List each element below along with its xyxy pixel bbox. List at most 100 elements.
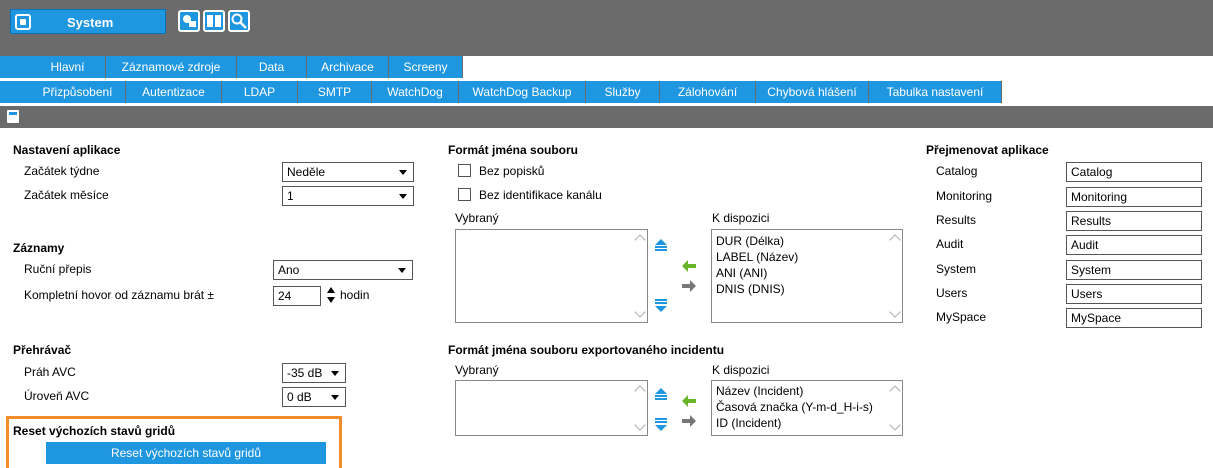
add-field-arrow-icon[interactable]	[681, 258, 697, 274]
rename-input-monitoring[interactable]: Monitoring	[1066, 187, 1202, 207]
app-title: System	[67, 15, 114, 30]
tab-zalohovani[interactable]: Zálohování	[660, 81, 756, 103]
month-start-select[interactable]: 1	[282, 186, 414, 206]
avc-threshold-label: Práh AVC	[24, 365, 76, 379]
tab-smtp[interactable]: SMTP	[298, 81, 372, 103]
incident-format-heading: Formát jména souboru exportovaného incid…	[448, 343, 725, 357]
rename-input-catalog[interactable]: Catalog	[1066, 162, 1202, 182]
secondary-tab-row: Přizpůsobení Autentizace LDAP SMTP Watch…	[0, 78, 1213, 106]
move-bottom-icon[interactable]	[653, 297, 669, 313]
scroll-up-icon[interactable]	[889, 385, 901, 397]
tab-tabulka-nastaveni[interactable]: Tabulka nastavení	[869, 81, 1002, 103]
avc-level-label: Úroveň AVC	[24, 389, 90, 403]
rename-label-audit: Audit	[936, 237, 964, 251]
chevron-down-icon	[331, 371, 339, 376]
no-channel-checkbox[interactable]	[458, 188, 471, 201]
tab-screeny[interactable]: Screeny	[389, 56, 463, 78]
rename-label-monitoring: Monitoring	[936, 189, 993, 203]
remove-field-arrow-icon[interactable]	[681, 278, 697, 294]
move-bottom-icon[interactable]	[653, 416, 669, 432]
manual-transcript-value: Ano	[278, 263, 300, 277]
list-item[interactable]: DNIS (DNIS)	[716, 282, 785, 296]
records-heading: Záznamy	[13, 241, 65, 255]
list-item[interactable]: Název (Incident)	[716, 384, 803, 398]
month-start-label: Začátek měsíce	[24, 188, 109, 202]
tab-prizpusobeni[interactable]: Přizpůsobení	[30, 81, 126, 103]
scroll-down-icon[interactable]	[889, 419, 901, 431]
add-field-arrow-icon[interactable]	[681, 393, 697, 409]
list-item[interactable]: LABEL (Název)	[716, 250, 798, 264]
scroll-up-icon[interactable]	[889, 234, 901, 246]
tab-chybova-hlaseni[interactable]: Chybová hlášení	[756, 81, 869, 103]
tab-strip	[0, 56, 30, 78]
week-start-label: Začátek týdne	[24, 164, 100, 178]
player-heading: Přehrávač	[13, 343, 72, 357]
tab-watchdog[interactable]: WatchDog	[372, 81, 459, 103]
move-top-icon[interactable]	[653, 238, 669, 254]
list-item[interactable]: DUR (Délka)	[716, 234, 784, 248]
reset-grid-heading: Reset výchozích stavů gridů	[13, 424, 176, 438]
rename-apps-heading: Přejmenovat aplikace	[926, 143, 1049, 157]
incident-available-list[interactable]: Název (Incident) Časová značka (Y-m-d_H-…	[711, 380, 903, 436]
move-top-icon[interactable]	[653, 387, 669, 403]
app-settings-heading: Nastavení aplikace	[13, 143, 121, 157]
rename-input-audit[interactable]: Audit	[1066, 235, 1202, 255]
scroll-up-icon[interactable]	[634, 385, 646, 397]
remove-field-arrow-icon[interactable]	[681, 413, 697, 429]
rename-input-system[interactable]: System	[1066, 260, 1202, 280]
scroll-down-icon[interactable]	[634, 419, 646, 431]
list-item[interactable]: ANI (ANI)	[716, 266, 767, 280]
list-item[interactable]: ID (Incident)	[716, 416, 781, 430]
incident-selected-list[interactable]	[455, 380, 648, 436]
rename-label-users: Users	[936, 286, 968, 300]
tab-ldap[interactable]: LDAP	[222, 81, 298, 103]
user-settings-icon[interactable]	[178, 10, 200, 32]
week-start-value: Neděle	[287, 165, 326, 179]
search-icon[interactable]	[228, 10, 250, 32]
tab-data[interactable]: Data	[237, 56, 307, 78]
incident-selected-label: Vybraný	[455, 363, 499, 377]
tab-zaznamove-zdroje[interactable]: Záznamové zdroje	[106, 56, 237, 78]
full-call-input[interactable]: 24	[273, 286, 321, 306]
month-start-value: 1	[287, 189, 294, 203]
tab-strip	[0, 81, 30, 103]
scroll-up-icon[interactable]	[634, 234, 646, 246]
reset-grid-button[interactable]: Reset výchozích stavů gridů	[46, 442, 326, 464]
week-start-select[interactable]: Neděle	[282, 162, 414, 182]
tab-autentizace[interactable]: Autentizace	[126, 81, 222, 103]
chevron-down-icon	[331, 395, 339, 400]
save-icon[interactable]	[7, 110, 19, 123]
no-channel-label: Bez identifikace kanálu	[479, 188, 602, 202]
chevron-down-icon	[398, 268, 406, 273]
rename-label-catalog: Catalog	[936, 164, 978, 178]
book-icon[interactable]	[203, 10, 225, 32]
tab-hlavni[interactable]: Hlavní	[30, 56, 106, 78]
list-item[interactable]: Časová značka (Y-m-d_H-i-s)	[716, 400, 873, 414]
no-labels-checkbox[interactable]	[458, 164, 471, 177]
rename-input-myspace[interactable]: MySpace	[1066, 308, 1202, 328]
manual-transcript-label: Ruční přepis	[24, 262, 92, 276]
full-call-unit: hodin	[340, 288, 370, 302]
chevron-down-icon	[399, 194, 407, 199]
rename-input-results[interactable]: Results	[1066, 211, 1202, 231]
primary-tab-row: Hlavní Záznamové zdroje Data Archivace S…	[0, 56, 1213, 78]
rename-label-system: System	[936, 262, 977, 276]
selected-fields-list[interactable]	[455, 229, 648, 323]
rename-label-results: Results	[936, 213, 977, 227]
app-icon	[15, 14, 31, 30]
scroll-down-icon[interactable]	[634, 306, 646, 318]
available-fields-list[interactable]: DUR (Délka) LABEL (Název) ANI (ANI) DNIS…	[711, 229, 903, 323]
avc-threshold-value: -35 dB	[287, 366, 323, 380]
tab-sluzby[interactable]: Služby	[586, 81, 660, 103]
scroll-down-icon[interactable]	[889, 306, 901, 318]
tab-watchdog-backup[interactable]: WatchDog Backup	[459, 81, 586, 103]
manual-transcript-select[interactable]: Ano	[273, 260, 413, 280]
tab-archivace[interactable]: Archivace	[307, 56, 389, 78]
app-switcher-button[interactable]: System	[10, 9, 166, 34]
stepper-icon[interactable]	[326, 285, 336, 305]
avc-threshold-select[interactable]: -35 dB	[282, 363, 346, 383]
avc-level-value: 0 dB	[287, 390, 312, 404]
avc-level-select[interactable]: 0 dB	[282, 387, 346, 407]
no-labels-label: Bez popisků	[479, 164, 545, 178]
rename-input-users[interactable]: Users	[1066, 284, 1202, 304]
